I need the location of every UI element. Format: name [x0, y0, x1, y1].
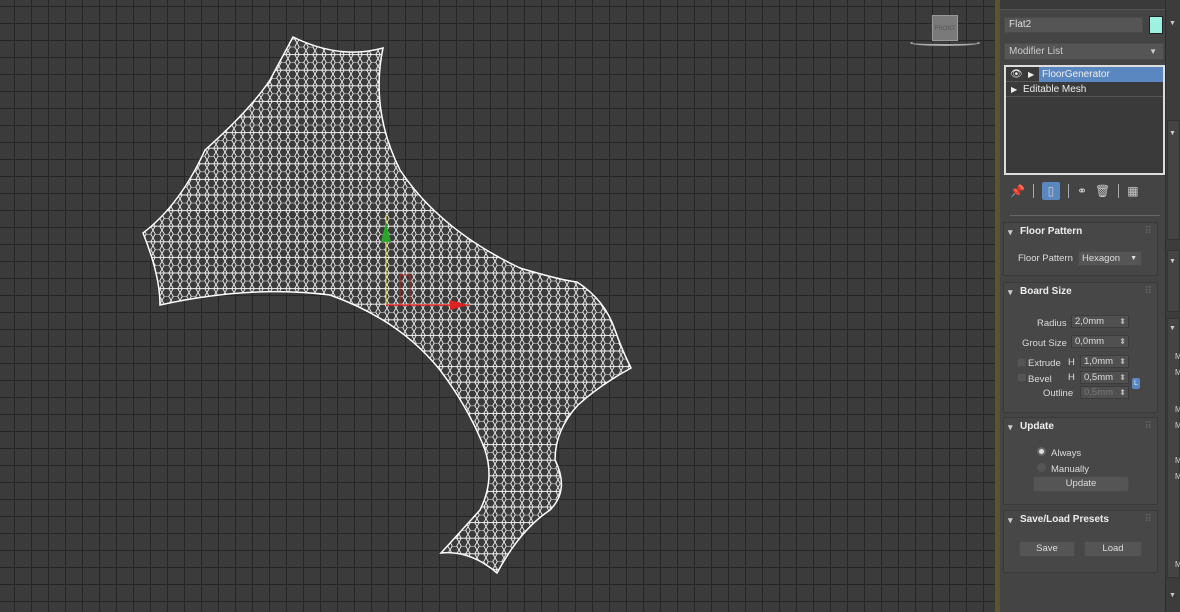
save-button[interactable]: Save — [1019, 541, 1075, 557]
chevron-down-icon[interactable]: ▼ — [1169, 130, 1176, 137]
floor-mesh[interactable] — [0, 0, 995, 612]
separator — [1118, 184, 1120, 198]
viewcube-face[interactable]: FRONT — [932, 15, 958, 41]
manually-radio[interactable] — [1037, 463, 1046, 472]
make-unique-icon[interactable]: ⚭ — [1077, 184, 1087, 198]
stack-item-floorgenerator[interactable]: 👁 ▶ FloorGenerator — [1006, 67, 1163, 82]
object-name-input[interactable]: Flat2 — [1004, 17, 1143, 33]
lock-button[interactable]: L — [1132, 378, 1140, 389]
rollout-title: Floor Pattern — [1020, 226, 1083, 237]
rollout-title: Update — [1020, 421, 1054, 432]
side-label: M — [1175, 560, 1180, 569]
bevel-spinner[interactable]: 0,5mm — [1080, 371, 1129, 384]
chevron-down-icon: ▼ — [1149, 47, 1157, 56]
floor-pattern-dropdown[interactable]: Hexagon ▼ — [1078, 251, 1142, 266]
grip-icon[interactable]: ⠿ — [1145, 418, 1152, 436]
side-rollout — [1167, 120, 1180, 240]
eye-icon[interactable]: 👁 — [1010, 67, 1023, 82]
panel-divider[interactable] — [1010, 215, 1160, 216]
rollout-header[interactable]: Update ⠿ — [1004, 418, 1157, 436]
show-end-result-icon[interactable]: ▯ — [1041, 182, 1060, 200]
always-radio[interactable] — [1037, 447, 1046, 456]
radius-spinner[interactable]: 2,0mm — [1071, 315, 1129, 328]
modifier-stack[interactable]: 👁 ▶ FloorGenerator ▶ Editable Mesh — [1004, 65, 1165, 175]
stack-item-label: FloorGenerator — [1039, 67, 1163, 82]
configure-modifier-sets-icon[interactable]: ▦ — [1127, 184, 1138, 198]
outline-spinner[interactable]: 0,5mm — [1080, 386, 1129, 399]
side-label: M — [1175, 456, 1180, 465]
rollout-title: Board Size — [1020, 286, 1072, 297]
chevron-down-icon[interactable]: ▼ — [1169, 592, 1176, 599]
manually-label: Manually — [1051, 464, 1090, 475]
rollout-update: Update ⠿ Always Manually Update — [1003, 417, 1158, 505]
floor-pattern-value: Hexagon — [1082, 253, 1121, 264]
object-color-swatch[interactable] — [1149, 16, 1163, 34]
rollout-board-size: Board Size ⠿ Radius 2,0mm Grout Size 0,0m… — [1003, 282, 1158, 413]
expand-icon[interactable]: ▶ — [1028, 67, 1034, 82]
bevel-h-label: H — [1068, 372, 1075, 383]
grip-icon[interactable]: ⠿ — [1145, 511, 1152, 529]
grip-icon[interactable]: ⠿ — [1145, 283, 1152, 301]
chevron-down-icon: ▼ — [1130, 255, 1137, 262]
outline-label: Outline — [1043, 388, 1074, 399]
always-label: Always — [1051, 448, 1082, 459]
extrude-h-label: H — [1068, 357, 1075, 368]
side-label: M — [1175, 368, 1180, 377]
rollout-header[interactable]: Save/Load Presets ⠿ — [1004, 511, 1157, 529]
radius-label: Radius — [1037, 318, 1067, 329]
separator — [1067, 184, 1069, 198]
update-button[interactable]: Update — [1033, 476, 1129, 492]
chevron-down-icon[interactable]: ▼ — [1169, 258, 1176, 265]
command-panel: Flat2 Modifier List ▼ 👁 ▶ FloorGenerator ▶ E… — [1000, 0, 1165, 612]
modifier-list-label: Modifier List — [1009, 46, 1063, 57]
stack-item-label: Editable Mesh — [1023, 84, 1087, 95]
floor-pattern-label: Floor Pattern — [1018, 253, 1073, 264]
viewcube-ring[interactable] — [910, 40, 980, 46]
extrude-label: Extrude — [1028, 358, 1061, 369]
side-label: M — [1175, 421, 1180, 430]
chevron-down-icon[interactable]: ▼ — [1169, 20, 1176, 27]
side-label: M — [1175, 405, 1180, 414]
expand-icon[interactable]: ▶ — [1011, 82, 1017, 97]
modifier-list-dropdown[interactable]: Modifier List ▼ — [1004, 43, 1164, 60]
load-button[interactable]: Load — [1084, 541, 1142, 557]
viewcube[interactable]: FRONT — [910, 12, 980, 48]
rollout-header[interactable]: Board Size ⠿ — [1004, 283, 1157, 301]
pin-stack-icon[interactable]: 📌 — [1010, 184, 1025, 198]
viewport[interactable]: FRONT — [0, 0, 995, 612]
grout-size-spinner[interactable]: 0,0mm — [1071, 335, 1129, 348]
stack-item-editable-mesh[interactable]: ▶ Editable Mesh — [1006, 82, 1163, 97]
remove-modifier-icon[interactable]: 🗑 — [1095, 184, 1110, 198]
side-label: M — [1175, 352, 1180, 361]
bevel-checkbox[interactable] — [1017, 373, 1026, 382]
extrude-checkbox[interactable] — [1017, 358, 1026, 367]
chevron-down-icon[interactable]: ▼ — [1169, 325, 1176, 332]
side-label: M — [1175, 472, 1180, 481]
secondary-panel: ▼ ▼ ▼ ▼ M M M M M M M ▼ — [1165, 0, 1180, 612]
grip-icon[interactable]: ⠿ — [1145, 223, 1152, 241]
grout-size-label: Grout Size — [1022, 338, 1067, 349]
extrude-spinner[interactable]: 1,0mm — [1080, 355, 1129, 368]
rollout-save-load-presets: Save/Load Presets ⠿ Save Load — [1003, 510, 1158, 573]
command-panel-tabs[interactable] — [1000, 0, 1165, 10]
separator — [1032, 184, 1034, 198]
stack-toolbar: 📌 ▯ ⚭ 🗑 ▦ — [1004, 180, 1164, 202]
rollout-title: Save/Load Presets — [1020, 514, 1109, 525]
rollout-header[interactable]: Floor Pattern ⠿ — [1004, 223, 1157, 241]
rollout-floor-pattern: Floor Pattern ⠿ Floor Pattern Hexagon ▼ — [1003, 222, 1158, 276]
bevel-label: Bevel — [1028, 374, 1052, 385]
